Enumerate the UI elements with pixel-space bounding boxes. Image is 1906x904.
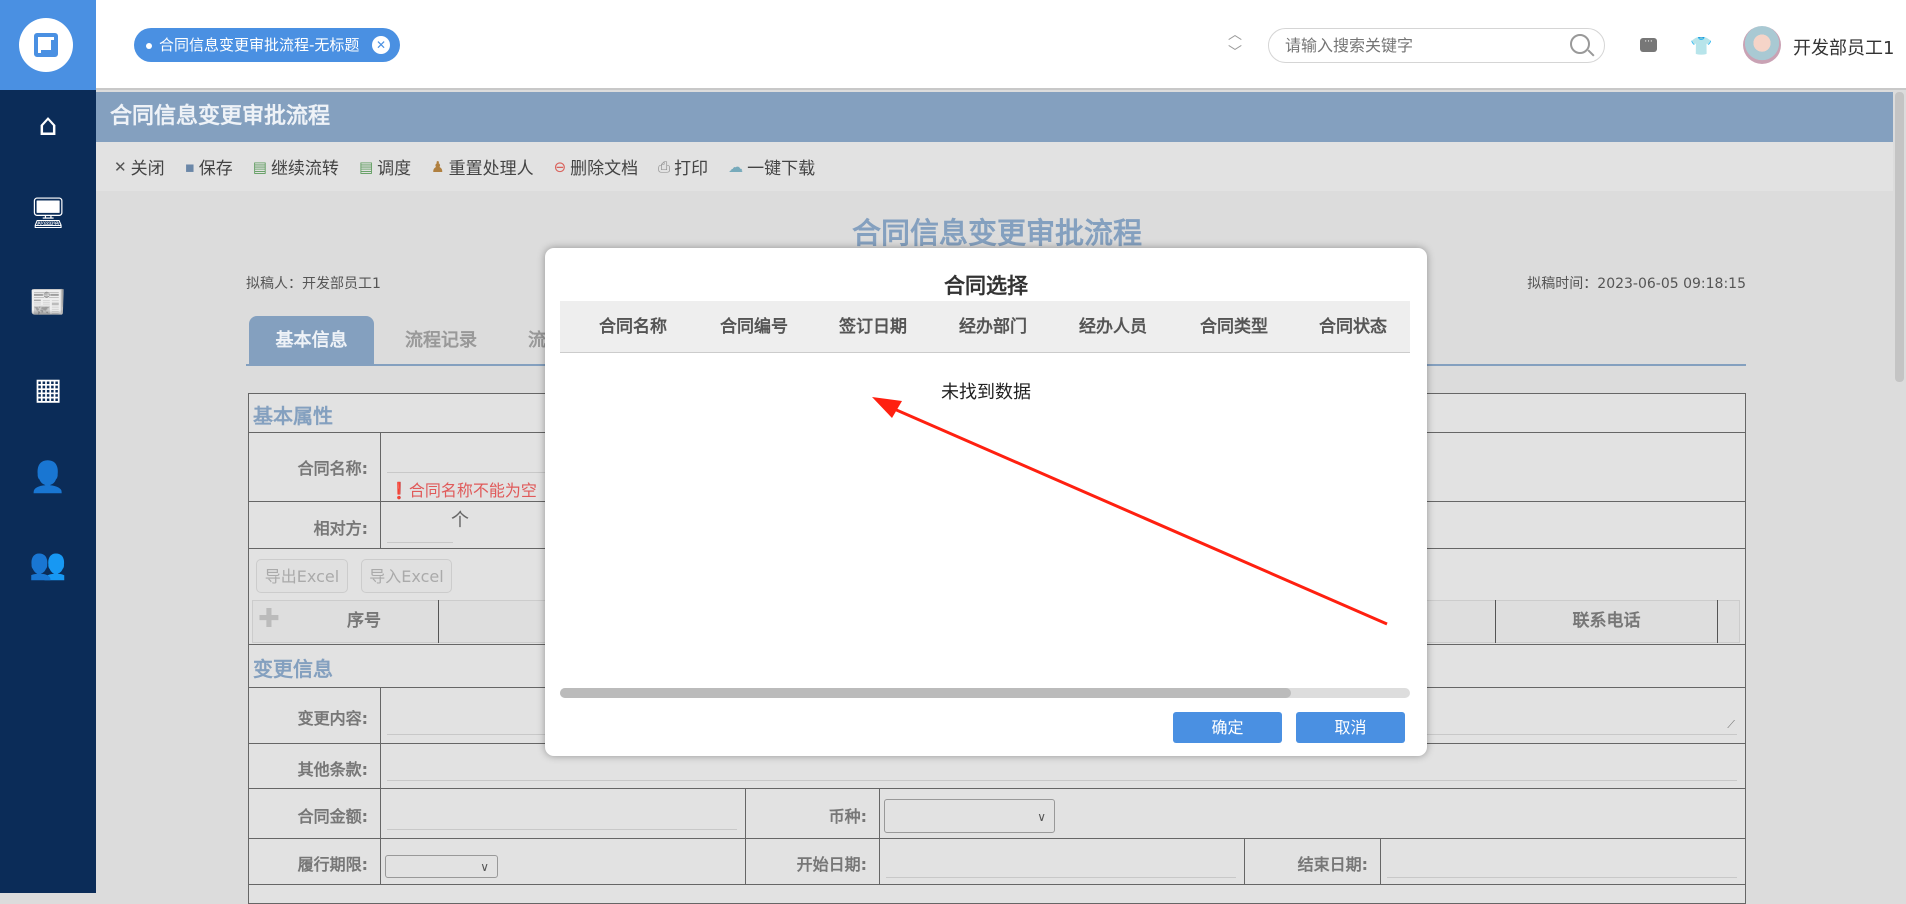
arrow-head-icon xyxy=(872,397,902,418)
arrow-shaft xyxy=(884,403,1388,626)
annotation-arrow xyxy=(872,397,1388,626)
